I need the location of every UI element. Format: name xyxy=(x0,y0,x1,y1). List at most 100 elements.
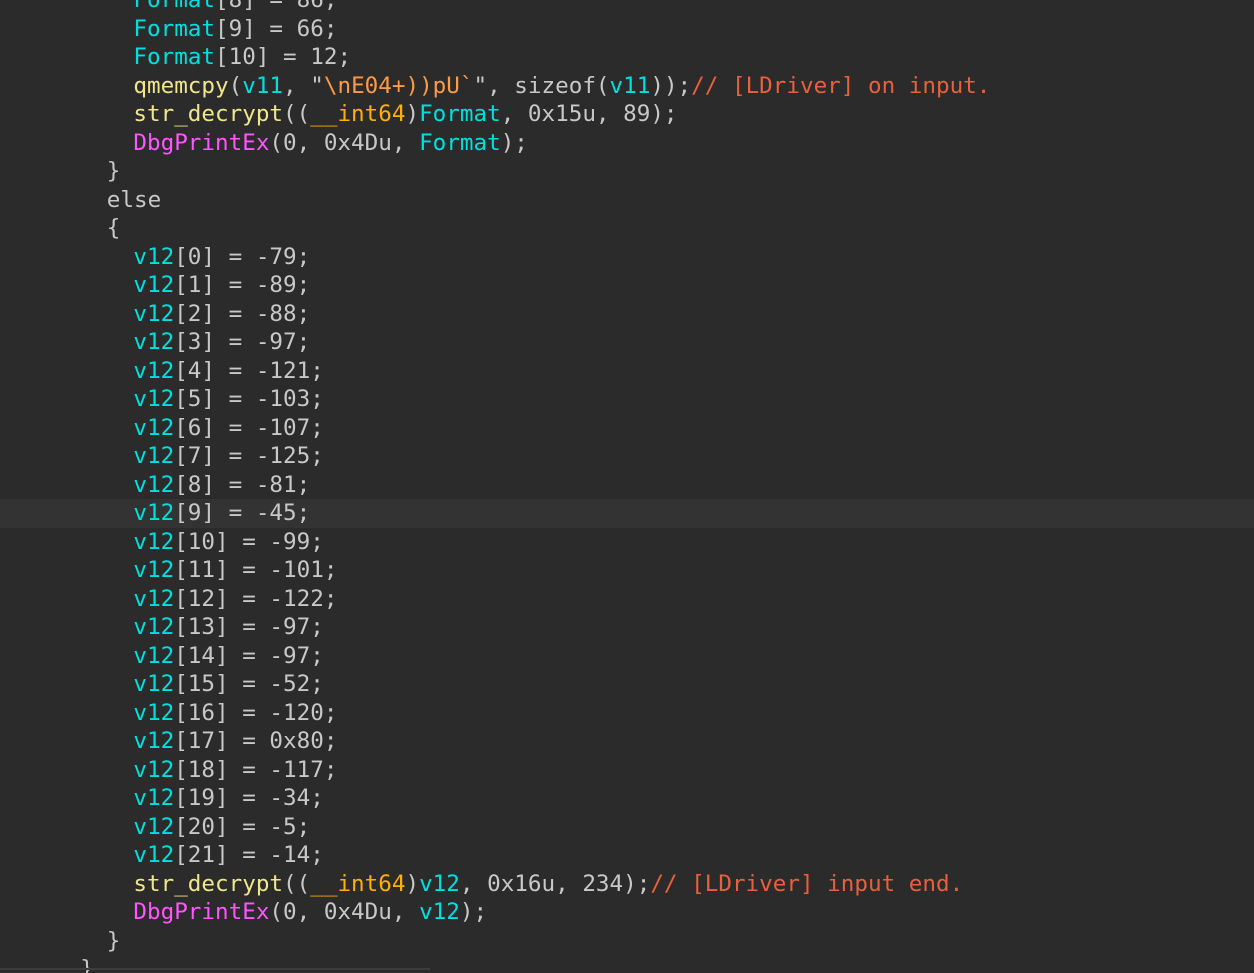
token-ident[interactable]: v12 xyxy=(133,728,174,754)
token-kw[interactable]: else xyxy=(107,187,161,213)
token-ident[interactable]: Format xyxy=(133,44,215,70)
code-line[interactable]: v12[6] = -107; xyxy=(0,414,1254,443)
code-line[interactable]: Format[8] = 86; xyxy=(0,0,1254,15)
code-line[interactable]: v12[8] = -81; xyxy=(0,471,1254,500)
code-line-content: DbgPrintEx(0, 0x4Du, v12); xyxy=(133,898,487,927)
token-ident[interactable]: v12 xyxy=(133,671,174,697)
token-ident[interactable]: Format xyxy=(133,16,215,42)
token-comment[interactable]: // [LDriver] input end. xyxy=(650,871,963,897)
code-line-content: v12[14] = -97; xyxy=(133,642,323,671)
token-ident[interactable]: v12 xyxy=(133,244,174,270)
code-line[interactable]: str_decrypt((__int64)v12, 0x16u, 234);//… xyxy=(0,870,1254,899)
code-line[interactable]: v12[0] = -79; xyxy=(0,243,1254,272)
token-ident[interactable]: v12 xyxy=(133,358,174,384)
code-line-content: v12[18] = -117; xyxy=(133,756,337,785)
code-line[interactable]: v12[2] = -88; xyxy=(0,300,1254,329)
token-ident[interactable]: v12 xyxy=(133,557,174,583)
code-line[interactable]: v12[19] = -34; xyxy=(0,784,1254,813)
token-ident[interactable]: v12 xyxy=(133,757,174,783)
code-line[interactable]: } xyxy=(0,955,1254,973)
code-line[interactable]: { xyxy=(0,214,1254,243)
code-line[interactable]: } xyxy=(0,157,1254,186)
code-line[interactable]: v12[13] = -97; xyxy=(0,613,1254,642)
token-ident[interactable]: v12 xyxy=(133,301,174,327)
token-plain: [21] = -14; xyxy=(174,842,324,868)
token-ident[interactable]: v12 xyxy=(133,814,174,840)
code-line[interactable]: v12[18] = -117; xyxy=(0,756,1254,785)
code-line[interactable]: v12[12] = -122; xyxy=(0,585,1254,614)
token-ident[interactable]: v12 xyxy=(419,899,460,925)
code-line[interactable]: v12[16] = -120; xyxy=(0,699,1254,728)
code-line[interactable]: Format[10] = 12; xyxy=(0,43,1254,72)
code-line[interactable]: v12[11] = -101; xyxy=(0,556,1254,585)
token-ident[interactable]: Format xyxy=(419,101,501,127)
code-line[interactable]: v12[10] = -99; xyxy=(0,528,1254,557)
current-code-line[interactable]: v12[9] = -45; xyxy=(0,499,1254,528)
token-plain: [12] = -122; xyxy=(174,585,338,612)
code-line-content: v12[15] = -52; xyxy=(133,670,323,699)
token-ident[interactable]: v12 xyxy=(133,443,174,469)
token-ident[interactable]: Format xyxy=(419,130,501,156)
code-line[interactable]: v12[17] = 0x80; xyxy=(0,727,1254,756)
token-str[interactable]: E04+))pU` xyxy=(351,73,473,99)
token-ident[interactable]: v12 xyxy=(419,871,460,897)
code-line[interactable]: DbgPrintEx(0, 0x4Du, Format); xyxy=(0,129,1254,158)
token-call[interactable]: str_decrypt xyxy=(133,871,283,897)
code-line-content: v12[16] = -120; xyxy=(133,699,337,728)
pseudocode-editor[interactable]: Format[8] = 86; Format[9] = 66; Format[10]… xyxy=(0,0,1254,973)
code-line[interactable]: v12[14] = -97; xyxy=(0,642,1254,671)
token-call[interactable]: str_decrypt xyxy=(133,101,283,127)
token-api[interactable]: DbgPrintEx xyxy=(133,899,269,925)
token-ident[interactable]: v12 xyxy=(133,529,174,555)
token-ident[interactable]: v11 xyxy=(610,73,651,99)
token-plain: [8] = 86; xyxy=(215,0,338,13)
token-ident[interactable]: v12 xyxy=(133,415,174,441)
code-line[interactable]: v12[15] = -52; xyxy=(0,670,1254,699)
code-line[interactable]: qmemcpy(v11, "\nE04+))pU`", sizeof(v11))… xyxy=(0,72,1254,101)
token-plain: ); xyxy=(459,899,488,925)
code-line[interactable]: v12[21] = -14; xyxy=(0,841,1254,870)
code-line-content: v12[5] = -103; xyxy=(133,385,323,414)
token-ident[interactable]: v12 xyxy=(133,785,174,811)
token-ident[interactable]: v12 xyxy=(133,842,174,868)
token-esc[interactable]: \n xyxy=(324,73,351,99)
code-line[interactable]: } xyxy=(0,927,1254,956)
code-line[interactable]: v12[5] = -103; xyxy=(0,385,1254,414)
code-line[interactable]: Format[9] = 66; xyxy=(0,15,1254,44)
token-plain: [5] = -103; xyxy=(174,386,324,412)
token-ident[interactable]: v12 xyxy=(133,386,174,412)
code-line-content: v12[6] = -107; xyxy=(133,414,323,443)
token-ident[interactable]: v12 xyxy=(133,472,174,498)
code-line[interactable]: v12[7] = -125; xyxy=(0,442,1254,471)
token-plain: (( xyxy=(283,101,311,127)
token-plain: ) xyxy=(405,870,420,897)
token-ident[interactable]: v12 xyxy=(133,643,174,669)
code-line[interactable]: v12[20] = -5; xyxy=(0,813,1254,842)
token-plain: [6] = -107; xyxy=(174,414,324,441)
token-call[interactable]: qmemcpy xyxy=(133,73,228,99)
code-line-content: else xyxy=(107,186,161,215)
code-line[interactable]: DbgPrintEx(0, 0x4Du, v12); xyxy=(0,898,1254,927)
token-ident[interactable]: v12 xyxy=(133,329,174,355)
token-plain: )); xyxy=(650,72,692,99)
token-ident[interactable]: v12 xyxy=(133,614,174,640)
token-plain: [2] = -88; xyxy=(174,300,311,327)
token-ident[interactable]: Format xyxy=(133,0,215,13)
code-line-content: } xyxy=(80,955,94,973)
token-plain: [17] = 0x80; xyxy=(174,728,338,754)
token-plain: [20] = -5; xyxy=(174,813,311,840)
token-ident[interactable]: v12 xyxy=(133,700,174,726)
code-line[interactable]: v12[4] = -121; xyxy=(0,357,1254,386)
token-ident[interactable]: v12 xyxy=(133,272,174,298)
token-type[interactable]: __int64 xyxy=(310,101,405,127)
token-ident[interactable]: v11 xyxy=(242,73,283,99)
code-line[interactable]: v12[3] = -97; xyxy=(0,328,1254,357)
code-line[interactable]: v12[1] = -89; xyxy=(0,271,1254,300)
token-type[interactable]: __int64 xyxy=(310,871,405,897)
code-line[interactable]: str_decrypt((__int64)Format, 0x15u, 89); xyxy=(0,100,1254,129)
token-api[interactable]: DbgPrintEx xyxy=(133,130,269,156)
token-ident[interactable]: v12 xyxy=(133,586,174,612)
token-ident[interactable]: v12 xyxy=(133,500,174,526)
token-comment[interactable]: // [LDriver] on input. xyxy=(691,73,990,99)
code-line[interactable]: else xyxy=(0,186,1254,215)
